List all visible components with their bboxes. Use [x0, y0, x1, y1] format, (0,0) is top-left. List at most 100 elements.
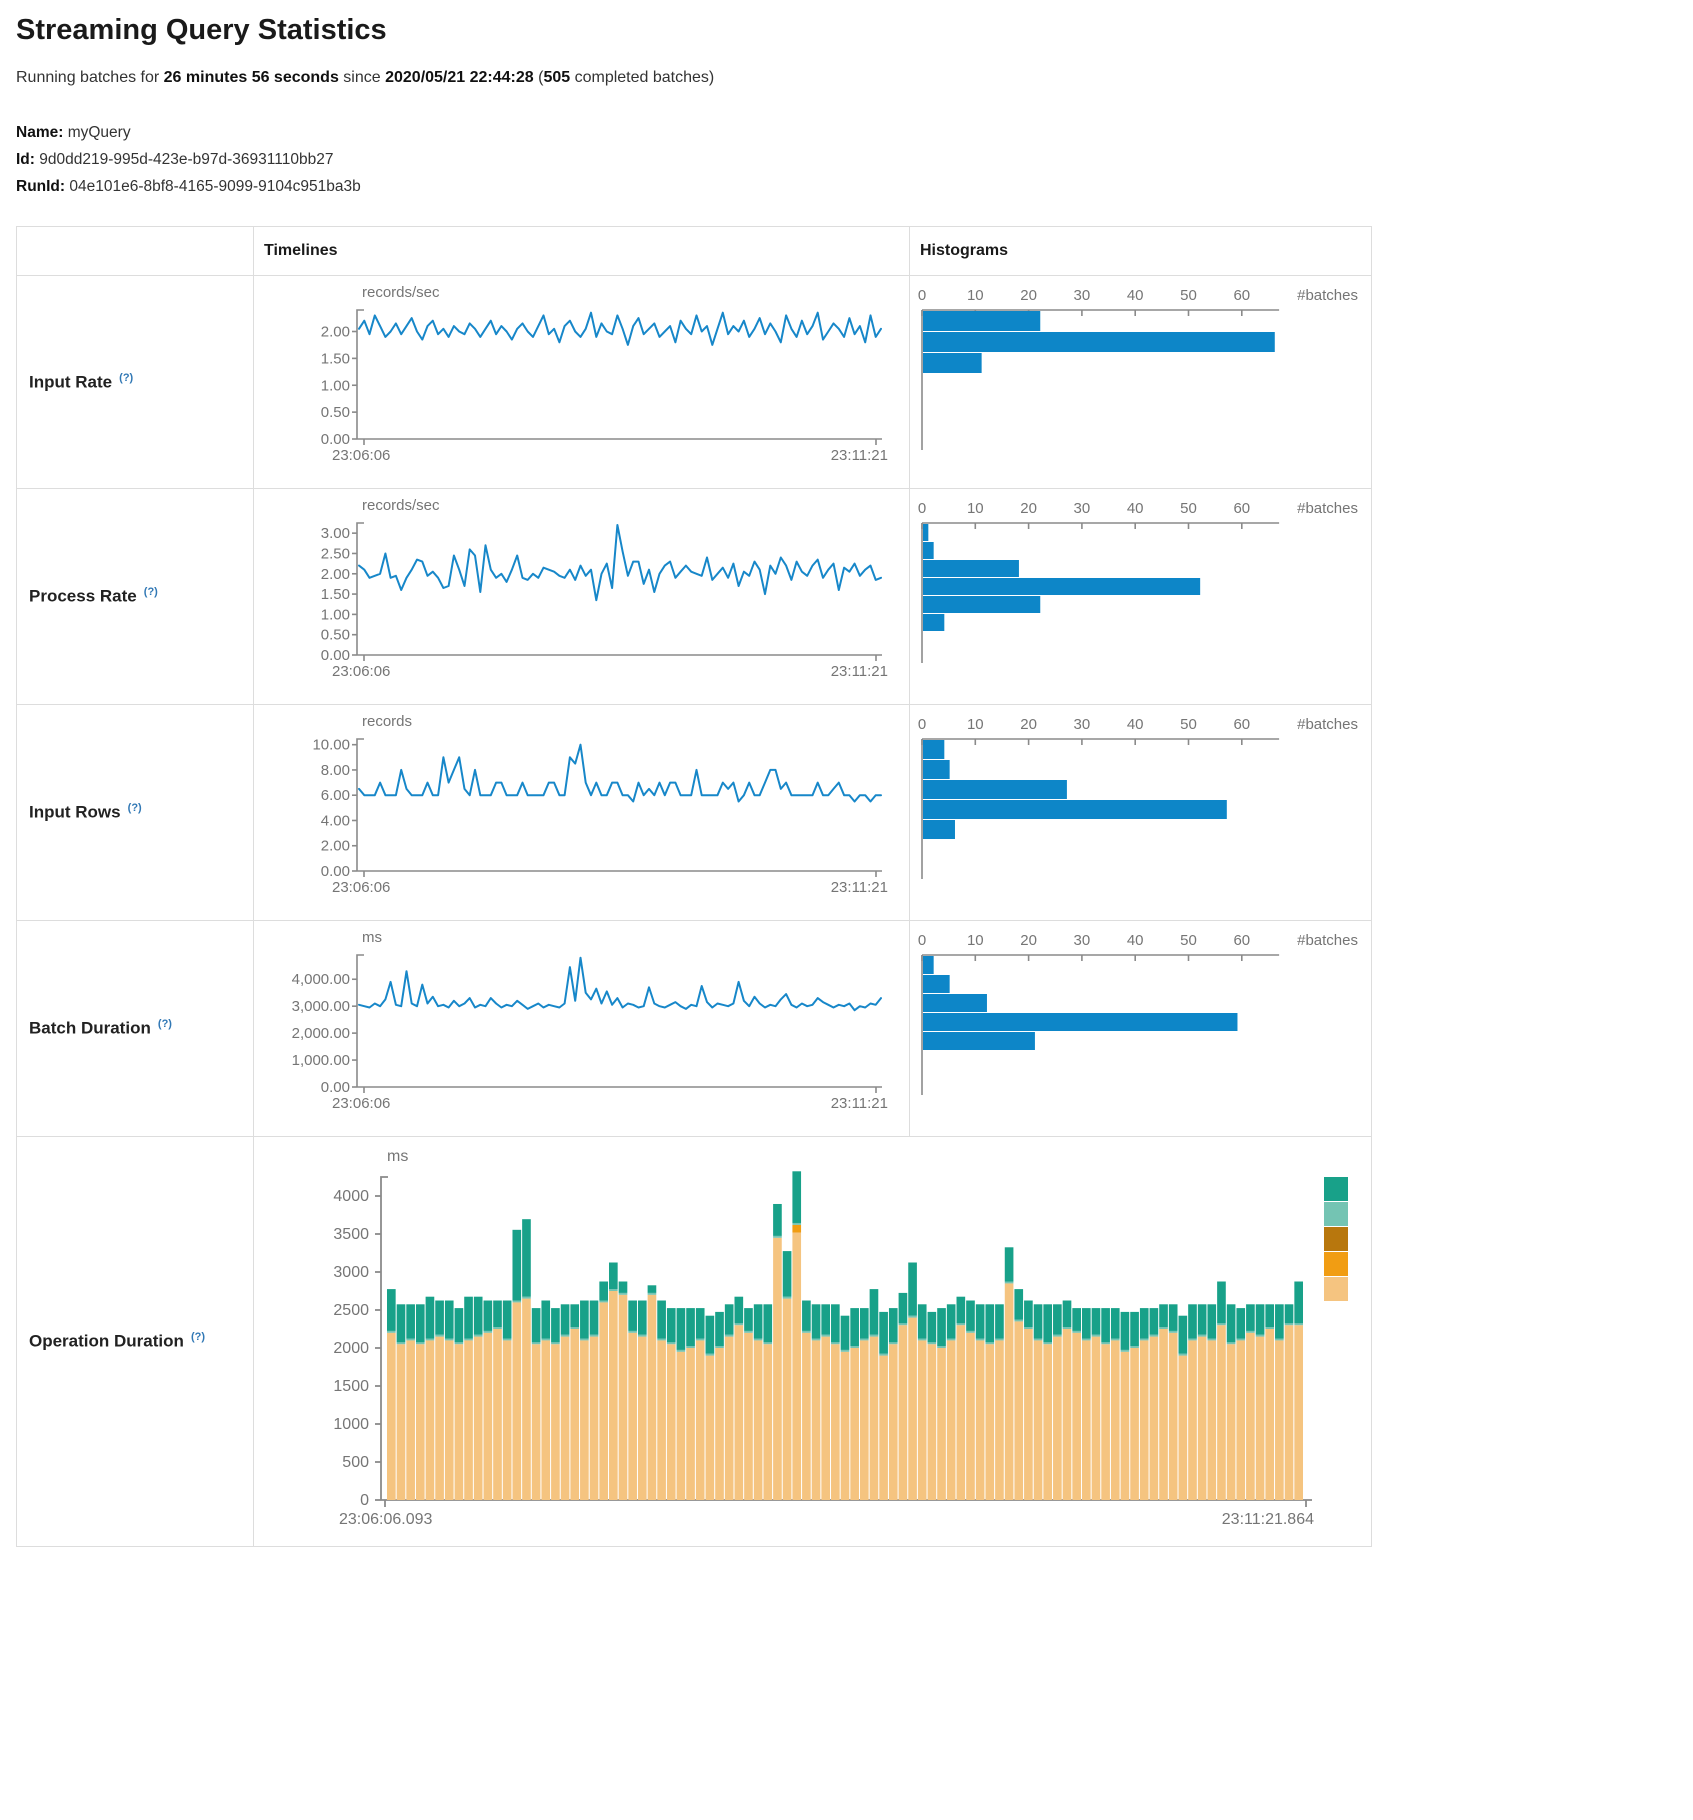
stacked-bar-segment [734, 1323, 743, 1325]
stacked-bar-segment [638, 1337, 647, 1500]
stacked-bar-segment [570, 1329, 579, 1500]
stacked-bar-segment [995, 1339, 1004, 1341]
stacked-bar-segment [455, 1308, 464, 1342]
y-tick-label: 0.50 [321, 627, 350, 644]
stacked-bar-segment [1063, 1301, 1072, 1328]
stacked-bar-segment [657, 1301, 666, 1339]
stacked-bar-segment [1207, 1339, 1216, 1341]
legend-swatch-4[interactable] [1324, 1252, 1348, 1276]
hist-x-tick-label: 20 [1020, 287, 1037, 304]
y-tick-label: 1,000.00 [292, 1052, 350, 1069]
stacked-bar-segment [908, 1263, 917, 1316]
stacked-bar-segment [532, 1344, 541, 1500]
legend-swatch-3[interactable] [1324, 1227, 1348, 1251]
stacked-bar-segment [1072, 1331, 1081, 1333]
stacked-bar-segment [792, 1223, 801, 1225]
stacked-bar-segment [1053, 1304, 1062, 1334]
histogram-chart-input_rate[interactable]: 0102030405060#batches [910, 276, 1372, 488]
stacked-bar-segment [1092, 1308, 1101, 1335]
stacked-bar-segment [850, 1346, 859, 1348]
histogram-chart-input_rows[interactable]: 0102030405060#batches [910, 705, 1372, 920]
stacked-bar-segment [1236, 1339, 1245, 1341]
stacked-bar-segment [493, 1329, 502, 1500]
help-icon[interactable]: (?) [116, 372, 133, 384]
help-icon[interactable]: (?) [155, 1018, 172, 1030]
stacked-bar-segment [976, 1339, 985, 1341]
stacked-bar-segment [1101, 1308, 1110, 1342]
stacked-bar-segment [648, 1293, 657, 1295]
stacked-bar-segment [1198, 1337, 1207, 1500]
stacked-bar-segment [1285, 1325, 1294, 1500]
histogram-bar [923, 760, 950, 779]
help-icon[interactable]: (?) [188, 1331, 205, 1343]
stacked-bar-segment [1082, 1308, 1091, 1338]
timeline-chart-input_rate[interactable]: records/sec2.001.501.000.500.0023:06:062… [254, 276, 908, 488]
timeline-cell-process_rate: records/sec3.002.502.001.501.000.500.002… [253, 489, 909, 704]
stacked-bar-segment [1188, 1339, 1197, 1341]
stacked-bar-segment [706, 1316, 715, 1354]
histogram-bar [923, 614, 944, 631]
stacked-bar-segment [532, 1342, 541, 1344]
stacked-bar-segment [619, 1293, 628, 1295]
x-end-label: 23:11:21.864 [1222, 1511, 1314, 1528]
histogram-bar [923, 740, 944, 759]
legend-swatch-1[interactable] [1324, 1177, 1348, 1201]
timeline-chart-batch_duration[interactable]: ms4,000.003,000.002,000.001,000.000.0023… [254, 921, 908, 1136]
stacked-bar-segment [763, 1304, 772, 1342]
stacked-bar-segment [590, 1301, 599, 1335]
stacked-bar-segment [493, 1327, 502, 1329]
table-header-row: Timelines Histograms [17, 227, 1371, 275]
stacked-bar-segment [416, 1342, 425, 1344]
stacked-bar-segment [850, 1348, 859, 1500]
stacked-bar-segment [1111, 1339, 1120, 1341]
help-icon[interactable]: (?) [125, 802, 142, 814]
stacked-bar-segment [416, 1344, 425, 1500]
subtitle-prefix: Running batches for [16, 69, 164, 86]
hist-x-tick-label: 50 [1180, 932, 1197, 949]
query-runid-line: RunId: 04e101e6-8bf8-4165-9099-9104c951b… [16, 173, 1677, 200]
legend-swatch-5[interactable] [1324, 1277, 1348, 1301]
unit-label: records/sec [362, 284, 440, 301]
stacked-bar-segment [754, 1304, 763, 1338]
hist-x-tick-label: 30 [1074, 932, 1091, 949]
hist-x-tick-label: 40 [1127, 500, 1144, 517]
hist-x-tick-label: 60 [1233, 932, 1250, 949]
stacked-bar-segment [445, 1339, 454, 1341]
stacked-bar-segment [1024, 1329, 1033, 1500]
timeline-chart-input_rows[interactable]: records10.008.006.004.002.000.0023:06:06… [254, 705, 908, 920]
stacked-bar-segment [1072, 1333, 1081, 1500]
stacked-bar-segment [1034, 1304, 1043, 1338]
metric-label-cell-process_rate: Process Rate (?) [17, 489, 253, 704]
legend-swatch-2[interactable] [1324, 1202, 1348, 1226]
x-start-label: 23:06:06 [332, 447, 390, 464]
stacked-bar-segment [667, 1342, 676, 1344]
histogram-chart-process_rate[interactable]: 0102030405060#batches [910, 489, 1372, 704]
x-end-label: 23:11:21 [831, 663, 888, 680]
header-empty-cell [17, 227, 253, 275]
y-tick-label: 1.50 [321, 586, 350, 603]
stacked-bar-segment [1236, 1308, 1245, 1338]
y-tick-label: 0.00 [321, 431, 350, 448]
stacked-bar-segment [638, 1335, 647, 1337]
timeline-chart-process_rate[interactable]: records/sec3.002.502.001.501.000.500.002… [254, 489, 908, 704]
stacked-bar-segment [1034, 1340, 1043, 1500]
stacked-bar-segment [754, 1340, 763, 1500]
histogram-chart-batch_duration[interactable]: 0102030405060#batches [910, 921, 1372, 1136]
help-icon[interactable]: (?) [141, 586, 158, 598]
stacked-bar-segment [541, 1339, 550, 1341]
stacked-bar-segment [821, 1304, 830, 1334]
stacked-bar-segment [599, 1301, 608, 1303]
stacked-bar-segment [426, 1339, 435, 1341]
runid-label: RunId: [16, 178, 65, 195]
stacked-bar-segment [1207, 1304, 1216, 1338]
stacked-bar-segment [985, 1344, 994, 1500]
stacked-bar-segment [1121, 1350, 1130, 1352]
stacked-bar-segment [773, 1204, 782, 1236]
stacked-bar-segment [1207, 1340, 1216, 1500]
stacked-bar-segment [1256, 1335, 1265, 1337]
operation-duration-chart[interactable]: ms4000350030002500200015001000500023:06:… [254, 1137, 1372, 1546]
stacked-bar-segment [763, 1344, 772, 1500]
hist-x-tick-label: 60 [1233, 287, 1250, 304]
metric-label-cell-input_rate: Input Rate (?) [17, 276, 253, 488]
x-end-label: 23:11:21 [831, 447, 888, 464]
